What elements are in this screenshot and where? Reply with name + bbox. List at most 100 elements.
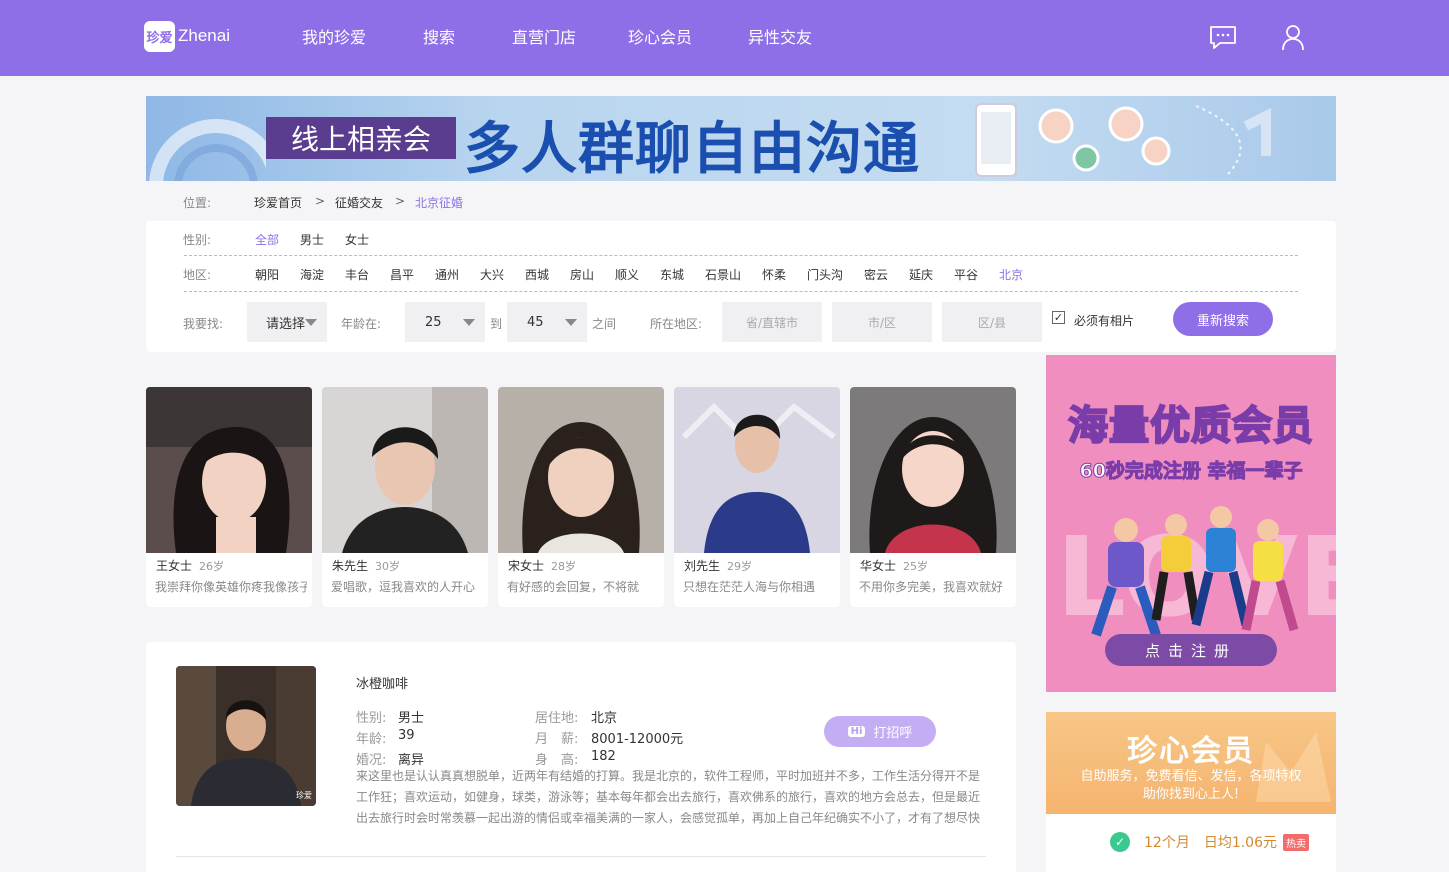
message-icon[interactable] — [1208, 22, 1238, 52]
seek-select-value: 请选择 — [266, 316, 306, 332]
breadcrumb-home[interactable]: 珍爱首页 — [254, 194, 302, 211]
promo-banner[interactable]: 线上相亲会 多人群聊自由沟通 — [146, 96, 1336, 181]
banner-title: 多人群聊自由沟通 — [464, 117, 920, 181]
district-option[interactable]: 延庆 — [909, 266, 933, 283]
profile-card[interactable]: 珍爱 冰橙咖啡 性别: 男士 年龄: 39 婚况: 离异 居住地: 北京 月 薪… — [146, 642, 1016, 872]
profile-residence-label: 居住地: — [535, 711, 579, 726]
breadcrumb-sep: > — [315, 194, 326, 208]
svg-text:珍爱: 珍爱 — [296, 790, 312, 800]
member-photo — [674, 387, 840, 553]
age-max-value: 45 — [527, 314, 544, 330]
member-photo — [498, 387, 664, 553]
district-option[interactable]: 朝阳 — [255, 266, 279, 283]
district-option[interactable]: 东城 — [660, 266, 684, 283]
district-option[interactable]: 昌平 — [390, 266, 414, 283]
age-max-select[interactable]: 45 — [507, 302, 587, 342]
age-min-value: 25 — [425, 314, 442, 330]
gender-option-all[interactable]: 全部 — [255, 231, 279, 248]
member-motto: 我崇拜你像英雄你疼我像孩子 — [155, 580, 307, 594]
profile-photo[interactable]: 珍爱 — [176, 666, 316, 806]
member-age: 25岁 — [903, 560, 928, 573]
district-option[interactable]: 门头沟 — [807, 266, 843, 283]
age-to-label: 到 — [490, 317, 503, 331]
vip-ad-desc-line1: 自助服务，免费看信、发信，各项特权 — [1080, 769, 1302, 784]
nav-dating[interactable]: 异性交友 — [748, 24, 812, 48]
seek-select[interactable]: 请选择 — [247, 302, 327, 342]
vip-plan-option[interactable]: ✓ 12个月 日均1.06元 热卖 — [1110, 832, 1309, 852]
profile-name[interactable]: 冰橙咖啡 — [356, 673, 408, 692]
profile-age-label: 年龄: — [356, 732, 387, 747]
district-option-selected[interactable]: 北京 — [999, 266, 1023, 283]
breadcrumb-current[interactable]: 北京征婚 — [415, 194, 463, 211]
member-card[interactable]: 朱先生 30岁 爱唱歌，逗我喜欢的人开心 — [322, 387, 488, 607]
profile-salary: 8001-12000元 — [591, 732, 684, 747]
nav-vip[interactable]: 珍心会员 — [628, 24, 692, 48]
member-photo — [850, 387, 1016, 553]
member-age: 29岁 — [727, 560, 752, 573]
member-card[interactable]: 宋女士 28岁 有好感的会回复，不将就 — [498, 387, 664, 607]
district-option[interactable]: 通州 — [435, 266, 459, 283]
member-name: 刘先生 — [684, 559, 721, 573]
member-name: 华女士 — [860, 559, 897, 573]
divider — [184, 291, 1298, 292]
register-ad[interactable]: LOVE 海量优质会员 60秒完成注册 幸福一辈子 点击注册 — [1046, 355, 1336, 692]
member-card[interactable]: 刘先生 29岁 只想在茫茫人海与你相遇 — [674, 387, 840, 607]
member-age: 28岁 — [551, 560, 576, 573]
profile-age: 39 — [398, 728, 415, 743]
breadcrumb-sep: > — [395, 194, 406, 208]
member-card[interactable]: 华女士 25岁 不用你多完美，我喜欢就好 — [850, 387, 1016, 607]
member-photo — [146, 387, 312, 553]
district-option[interactable]: 大兴 — [480, 266, 504, 283]
district-option[interactable]: 丰台 — [345, 266, 369, 283]
photo-required-checkbox[interactable]: ✓ — [1052, 311, 1065, 324]
age-min-select[interactable]: 25 — [405, 302, 485, 342]
breadcrumb: 位置: 珍爱首页 > 征婚交友 > 北京征婚 — [146, 181, 1336, 221]
district-option[interactable]: 海淀 — [300, 266, 324, 283]
user-icon[interactable] — [1278, 22, 1308, 52]
nav-my-zhenai[interactable]: 我的珍爱 — [302, 24, 366, 48]
banner-tag: 线上相亲会 — [266, 117, 456, 159]
city-select[interactable]: 市/区 — [832, 302, 932, 342]
nav-search[interactable]: 搜索 — [423, 24, 455, 48]
profile-gender: 男士 — [398, 711, 425, 726]
member-name: 宋女士 — [508, 559, 545, 573]
breadcrumb-dating[interactable]: 征婚交友 — [335, 194, 383, 211]
district-option[interactable]: 平谷 — [954, 266, 978, 283]
top-navbar: 珍爱 Zhenai 我的珍爱 搜索 直营门店 珍心会员 异性交友 — [0, 0, 1449, 76]
logo[interactable]: 珍爱 Zhenai — [144, 20, 230, 52]
breadcrumb-label: 位置: — [183, 196, 212, 210]
location-label: 所在地区: — [650, 317, 703, 331]
profile-bio: 来这里也是认认真真想脱单，近两年有结婚的打算。我是北京的，软件工程师，平时加班并… — [356, 769, 981, 825]
member-motto: 不用你多完美，我喜欢就好 — [859, 580, 1004, 594]
divider — [176, 856, 986, 857]
register-button[interactable]: 点击注册 — [1105, 634, 1277, 666]
vip-plan-text: 12个月 日均1.06元 — [1144, 835, 1277, 851]
district-option[interactable]: 房山 — [570, 266, 594, 283]
district-option[interactable]: 石景山 — [705, 266, 741, 283]
district-option[interactable]: 密云 — [864, 266, 888, 283]
vip-ad-header: 珍心会员 自助服务，免费看信、发信，各项特权 助你找到心上人! — [1046, 712, 1336, 814]
seek-label: 我要找: — [183, 317, 224, 331]
member-motto: 爱唱歌，逗我喜欢的人开心 — [331, 580, 476, 594]
chat-hi-icon: Hi — [847, 726, 866, 737]
greet-button[interactable]: Hi 打招呼 — [824, 716, 936, 747]
logo-text: Zhenai — [178, 26, 230, 45]
vip-ad[interactable]: 珍心会员 自助服务，免费看信、发信，各项特权 助你找到心上人! ✓ 12个月 日… — [1046, 712, 1336, 872]
chevron-down-icon — [305, 319, 317, 326]
chevron-down-icon — [463, 319, 475, 326]
search-button[interactable]: 重新搜索 — [1173, 302, 1273, 336]
logo-mark: 珍爱 — [144, 20, 175, 52]
district-option[interactable]: 西城 — [525, 266, 549, 283]
district-option[interactable]: 怀柔 — [762, 266, 786, 283]
nav-stores[interactable]: 直营门店 — [512, 24, 576, 48]
gender-option-female[interactable]: 女士 — [345, 231, 369, 248]
member-photo — [322, 387, 488, 553]
vip-ad-desc-line2: 助你找到心上人! — [1142, 787, 1240, 802]
county-select[interactable]: 区/县 — [942, 302, 1042, 342]
profile-height: 182 — [591, 749, 616, 764]
province-select[interactable]: 省/直辖市 — [722, 302, 822, 342]
district-option[interactable]: 顺义 — [615, 266, 639, 283]
member-card[interactable]: 王女士 26岁 我崇拜你像英雄你疼我像孩子 — [146, 387, 312, 607]
member-name: 王女士 — [156, 559, 193, 573]
gender-option-male[interactable]: 男士 — [300, 231, 324, 248]
